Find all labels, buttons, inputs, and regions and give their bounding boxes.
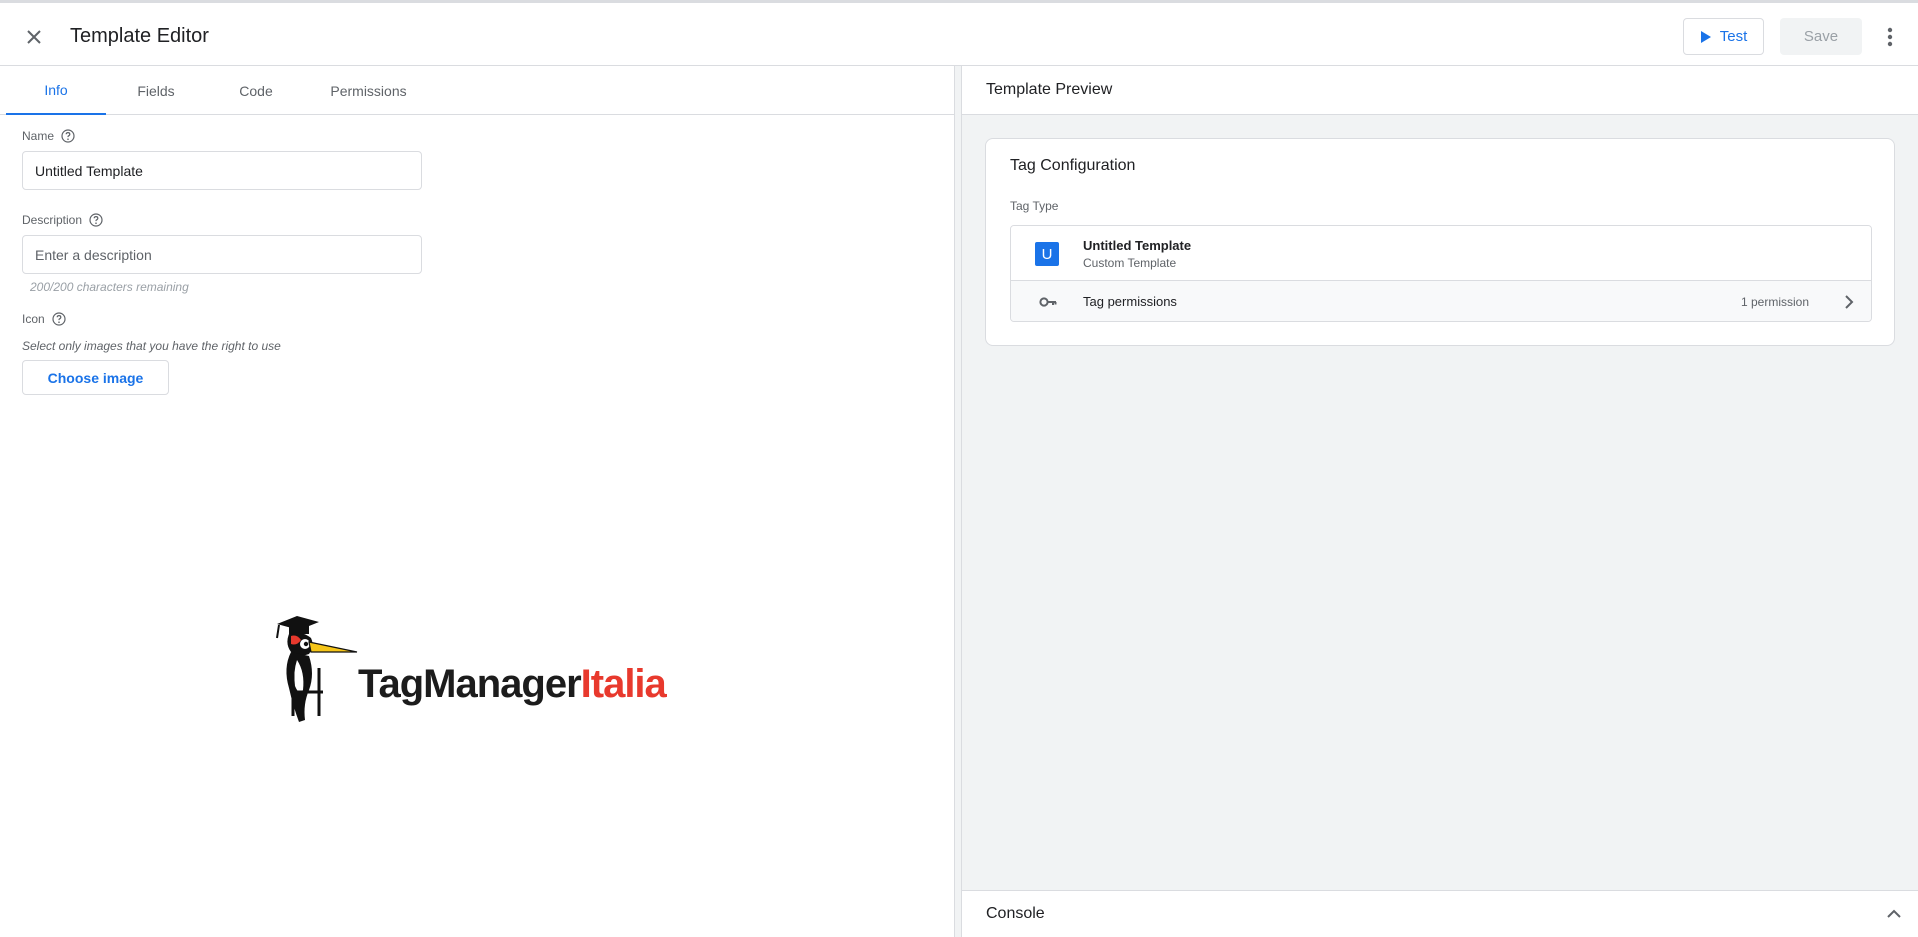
- tab-fields[interactable]: Fields: [106, 66, 206, 115]
- help-icon[interactable]: [89, 213, 103, 227]
- close-icon: [27, 30, 41, 44]
- name-label: Name: [22, 129, 55, 143]
- tag-name: Untitled Template: [1083, 238, 1192, 253]
- template-badge: U: [1035, 242, 1059, 266]
- close-button[interactable]: [20, 23, 48, 51]
- help-icon[interactable]: [61, 129, 75, 143]
- page-title: Template Editor: [70, 25, 209, 47]
- tagmanageritalia-logo: TagManagerItalia: [275, 616, 685, 726]
- app-header: Template Editor Test Save: [0, 3, 1918, 66]
- woodpecker-mascot-icon: [276, 616, 358, 722]
- icon-hint: Select only images that you have the rig…: [22, 339, 281, 353]
- icon-label-row: Icon: [22, 312, 66, 326]
- chevron-right-icon: [1845, 295, 1854, 309]
- name-label-row: Name: [22, 129, 75, 143]
- panel-divider[interactable]: [954, 66, 962, 937]
- tab-code[interactable]: Code: [206, 66, 306, 115]
- permissions-label: Tag permissions: [1083, 294, 1177, 309]
- preview-title: Template Preview: [962, 66, 1918, 115]
- tab-info[interactable]: Info: [6, 66, 106, 115]
- tag-type-box: U Untitled Template Custom Template Tag …: [1010, 225, 1872, 322]
- key-icon: [1039, 297, 1057, 307]
- description-label: Description: [22, 213, 83, 227]
- tag-subtitle: Custom Template: [1083, 256, 1177, 270]
- test-button[interactable]: Test: [1683, 18, 1764, 55]
- permissions-count: 1 permission: [1741, 295, 1810, 309]
- description-input[interactable]: Enter a description: [22, 235, 422, 274]
- editor-tabs: Info Fields Code Permissions: [0, 66, 954, 115]
- icon-label: Icon: [22, 312, 45, 326]
- logo-text-red: Italia: [580, 662, 667, 706]
- console-bar[interactable]: Console: [962, 890, 1918, 937]
- logo-text-dark: TagManager: [358, 662, 582, 706]
- preview-panel: Template Preview Tag Configuration Tag T…: [962, 66, 1918, 937]
- tag-configuration-card: Tag Configuration Tag Type U Untitled Te…: [985, 138, 1895, 346]
- test-button-label: Test: [1719, 28, 1748, 45]
- logo-wordmark: TagManagerItalia: [358, 662, 667, 707]
- description-label-row: Description: [22, 213, 103, 227]
- card-title: Tag Configuration: [1010, 157, 1136, 174]
- console-label: Console: [986, 905, 1045, 922]
- tag-type-label: Tag Type: [1010, 199, 1059, 213]
- editor-panel: Info Fields Code Permissions Name Untitl…: [0, 66, 954, 937]
- tag-type-row[interactable]: U Untitled Template Custom Template: [1011, 226, 1871, 281]
- tab-permissions[interactable]: Permissions: [306, 66, 431, 115]
- save-button-label: Save: [1803, 28, 1839, 45]
- chars-remaining: 200/200 characters remaining: [30, 280, 189, 294]
- help-icon[interactable]: [52, 312, 66, 326]
- play-icon: [1700, 30, 1711, 43]
- more-vert-icon: [1887, 27, 1893, 47]
- choose-image-button[interactable]: Choose image: [22, 360, 169, 395]
- chevron-up-icon[interactable]: [1885, 906, 1903, 922]
- more-options-button[interactable]: [1878, 23, 1902, 51]
- name-input[interactable]: Untitled Template: [22, 151, 422, 190]
- tag-permissions-row[interactable]: Tag permissions 1 permission: [1011, 281, 1871, 321]
- save-button[interactable]: Save: [1780, 18, 1862, 55]
